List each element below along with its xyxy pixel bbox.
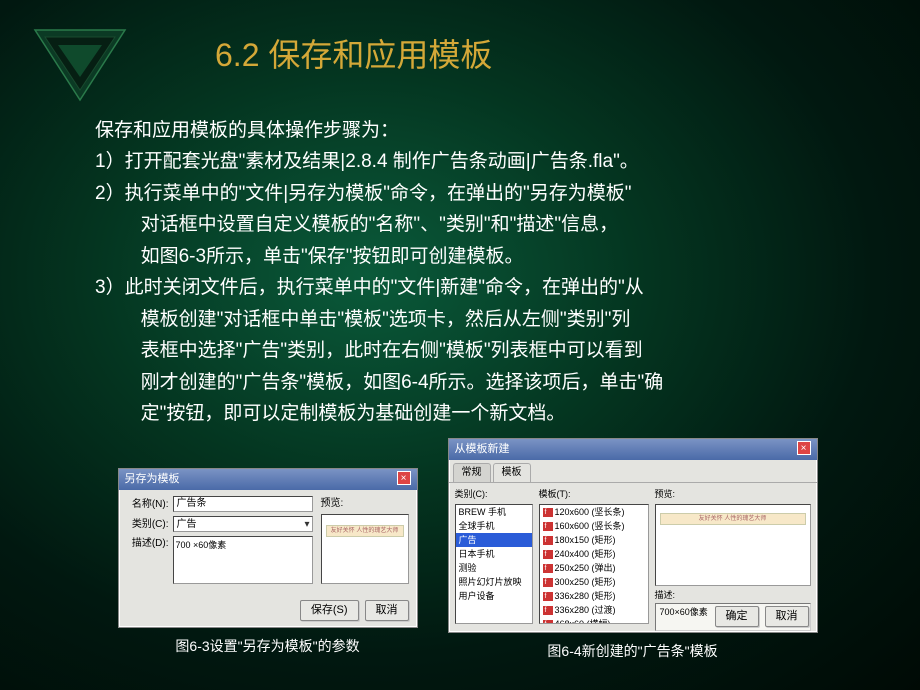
step-3-line2: 模板创建"对话框中单击"模板"选项卡，然后从左侧"类别"列 <box>95 305 840 334</box>
save-button[interactable]: 保存(S) <box>300 600 359 621</box>
name-input[interactable]: 广告条 <box>173 496 313 512</box>
figure-6-4-caption: 图6-4新创建的"广告条"模板 <box>547 641 717 663</box>
list-item-label: 160x600 (竖长条) <box>555 521 625 531</box>
list-item-label: 336x280 (矩形) <box>555 591 616 601</box>
list-item-label: 336x280 (过渡) <box>555 605 616 615</box>
flash-file-icon <box>543 620 553 624</box>
category-label: 类别(C): <box>127 517 169 533</box>
cancel-button[interactable]: 取消 <box>765 606 809 627</box>
preview-banner: 友好关怀 人性的瑰艺大师 <box>660 513 806 525</box>
body-text: 保存和应用模板的具体操作步骤为： 1）打开配套光盘"素材及结果|2.8.4 制作… <box>0 76 920 663</box>
step-2-line2: 对话框中设置自定义模板的"名称"、"类别"和"描述"信息， <box>95 210 840 239</box>
list-item[interactable]: BREW 手机 <box>456 505 532 519</box>
templates-listbox[interactable]: 120x600 (坚长条) 160x600 (竖长条) 180x150 (矩形) 24… <box>539 504 649 624</box>
list-item-label: 180x150 (矩形) <box>555 535 616 545</box>
step-3-line3: 表框中选择"广告"类别，此时在右侧"模板"列表框中可以看到 <box>95 336 840 365</box>
category-select[interactable]: 广告 <box>173 516 313 532</box>
preview-box: 友好关怀 人性的瑰艺大师 <box>655 504 811 586</box>
preview-box: 友好关怀 人性的瑰艺大师 <box>321 514 409 584</box>
list-item[interactable]: 广告 <box>456 533 532 547</box>
dialog-titlebar: 从模板新建 × <box>449 439 817 460</box>
step-3-line5: 定"按钮，即可以定制模板为基础创建一个新文档。 <box>95 399 840 428</box>
flash-file-icon <box>543 536 553 545</box>
list-item[interactable]: 全球手机 <box>456 519 532 533</box>
description-textarea[interactable]: 700 ×60像素 <box>173 536 313 584</box>
flash-file-icon <box>543 592 553 601</box>
dialog-titlebar: 另存为模板 × <box>119 469 417 490</box>
close-icon[interactable]: × <box>397 471 411 485</box>
dialog-title-text: 另存为模板 <box>125 471 180 488</box>
ok-button[interactable]: 确定 <box>715 606 759 627</box>
list-item[interactable]: 160x600 (竖长条) <box>540 519 648 533</box>
name-label: 名称(N): <box>127 497 169 513</box>
preview-banner: 友好关怀 人性的瑰艺大师 <box>326 525 404 537</box>
step-3-line1: 3）此时关闭文件后，执行菜单中的"文件|新建"命令，在弹出的"从 <box>95 273 840 302</box>
list-item[interactable]: 300x250 (矩形) <box>540 575 648 589</box>
flash-file-icon <box>543 522 553 531</box>
category-listbox[interactable]: BREW 手机全球手机广告日本手机测验照片幻灯片放映用户设备 <box>455 504 533 624</box>
list-item-label: 468x60 (横幅) <box>555 619 611 624</box>
list-item[interactable]: 日本手机 <box>456 547 532 561</box>
list-item-label: 120x600 (坚长条) <box>555 507 625 517</box>
templates-label: 模板(T): <box>539 488 649 502</box>
tab-general[interactable]: 常规 <box>453 463 491 482</box>
decorative-triangle <box>20 15 140 115</box>
flash-file-icon <box>543 550 553 559</box>
list-item[interactable]: 180x150 (矩形) <box>540 533 648 547</box>
description-label: 描述(D): <box>127 536 169 552</box>
step-1: 1）打开配套光盘"素材及结果|2.8.4 制作广告条动画|广告条.fla"。 <box>95 147 840 176</box>
list-item-label: 240x400 (矩形) <box>555 549 616 559</box>
new-from-template-dialog: 从模板新建 × 常规 模板 类别(C): BREW 手机全球手机广告日本手机测验… <box>448 438 818 633</box>
step-2-line1: 2）执行菜单中的"文件|另存为模板"命令，在弹出的"另存为模板" <box>95 179 840 208</box>
save-as-template-dialog: 另存为模板 × 名称(N): 广告条 类别(C): 广告 <box>118 468 418 628</box>
tab-templates[interactable]: 模板 <box>493 463 531 482</box>
list-item[interactable]: 468x60 (横幅) <box>540 617 648 624</box>
flash-file-icon <box>543 578 553 587</box>
list-item[interactable]: 240x400 (矩形) <box>540 547 648 561</box>
cancel-button[interactable]: 取消 <box>365 600 409 621</box>
category-label: 类别(C): <box>455 488 533 502</box>
list-item[interactable]: 250x250 (弹出) <box>540 561 648 575</box>
list-item[interactable]: 336x280 (过渡) <box>540 603 648 617</box>
step-2-line3: 如图6-3所示，单击"保存"按钮即可创建模板。 <box>95 242 840 271</box>
list-item[interactable]: 用户设备 <box>456 589 532 603</box>
flash-file-icon <box>543 606 553 615</box>
list-item[interactable]: 120x600 (坚长条) <box>540 505 648 519</box>
list-item[interactable]: 测验 <box>456 561 532 575</box>
figure-6-3-caption: 图6-3设置"另存为模板"的参数 <box>175 636 359 658</box>
flash-file-icon <box>543 508 553 517</box>
list-item[interactable]: 照片幻灯片放映 <box>456 575 532 589</box>
step-3-line4: 刚才创建的"广告条"模板，如图6-4所示。选择该项后，单击"确 <box>95 368 840 397</box>
description-label: 描述: <box>655 589 811 603</box>
list-item-label: 250x250 (弹出) <box>555 563 616 573</box>
preview-label: 预览: <box>321 496 409 512</box>
flash-file-icon <box>543 564 553 573</box>
dialog-title-text: 从模板新建 <box>455 441 510 458</box>
list-item[interactable]: 336x280 (矩形) <box>540 589 648 603</box>
intro-line: 保存和应用模板的具体操作步骤为： <box>95 116 840 145</box>
list-item-label: 300x250 (矩形) <box>555 577 616 587</box>
preview-label: 预览: <box>655 488 811 502</box>
close-icon[interactable]: × <box>797 441 811 455</box>
